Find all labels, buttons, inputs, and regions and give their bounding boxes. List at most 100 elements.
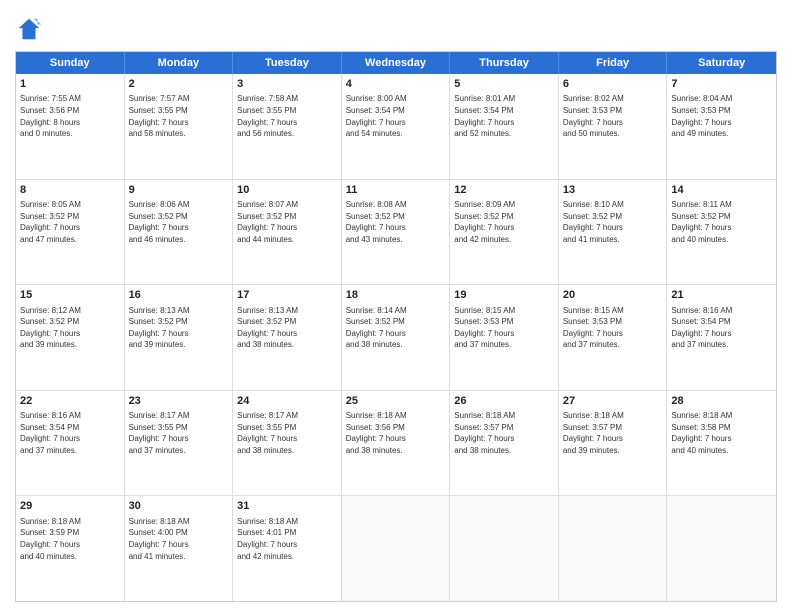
day-info: Sunrise: 8:06 AMSunset: 3:52 PMDaylight:…: [129, 199, 229, 245]
day-number: 10: [237, 183, 337, 198]
calendar-row: 8Sunrise: 8:05 AMSunset: 3:52 PMDaylight…: [16, 180, 776, 286]
day-number: 29: [20, 499, 120, 514]
calendar-row: 1Sunrise: 7:55 AMSunset: 3:56 PMDaylight…: [16, 74, 776, 180]
day-number: 13: [563, 183, 663, 198]
day-number: 7: [671, 77, 772, 92]
calendar-cell: 8Sunrise: 8:05 AMSunset: 3:52 PMDaylight…: [16, 180, 125, 285]
day-info: Sunrise: 8:18 AMSunset: 4:01 PMDaylight:…: [237, 516, 337, 562]
day-number: 15: [20, 288, 120, 303]
day-info: Sunrise: 8:18 AMSunset: 3:56 PMDaylight:…: [346, 410, 446, 456]
day-info: Sunrise: 8:02 AMSunset: 3:53 PMDaylight:…: [563, 93, 663, 139]
calendar-cell: 19Sunrise: 8:15 AMSunset: 3:53 PMDayligh…: [450, 285, 559, 390]
calendar-cell: 24Sunrise: 8:17 AMSunset: 3:55 PMDayligh…: [233, 391, 342, 496]
calendar-cell: 10Sunrise: 8:07 AMSunset: 3:52 PMDayligh…: [233, 180, 342, 285]
day-info: Sunrise: 8:13 AMSunset: 3:52 PMDaylight:…: [129, 305, 229, 351]
day-number: 12: [454, 183, 554, 198]
day-number: 5: [454, 77, 554, 92]
calendar-cell: [450, 496, 559, 601]
calendar-row: 22Sunrise: 8:16 AMSunset: 3:54 PMDayligh…: [16, 391, 776, 497]
header: [15, 15, 777, 43]
day-info: Sunrise: 8:10 AMSunset: 3:52 PMDaylight:…: [563, 199, 663, 245]
day-number: 28: [671, 394, 772, 409]
calendar-cell: 25Sunrise: 8:18 AMSunset: 3:56 PMDayligh…: [342, 391, 451, 496]
day-info: Sunrise: 8:18 AMSunset: 3:57 PMDaylight:…: [454, 410, 554, 456]
day-info: Sunrise: 8:04 AMSunset: 3:53 PMDaylight:…: [671, 93, 772, 139]
calendar: SundayMondayTuesdayWednesdayThursdayFrid…: [15, 51, 777, 602]
day-info: Sunrise: 8:18 AMSunset: 4:00 PMDaylight:…: [129, 516, 229, 562]
day-info: Sunrise: 8:17 AMSunset: 3:55 PMDaylight:…: [129, 410, 229, 456]
calendar-body: 1Sunrise: 7:55 AMSunset: 3:56 PMDaylight…: [16, 74, 776, 601]
calendar-cell: 17Sunrise: 8:13 AMSunset: 3:52 PMDayligh…: [233, 285, 342, 390]
calendar-cell: 30 Sunrise: 8:18 AMSunset: 4:00 PMDayligh…: [125, 496, 234, 601]
calendar-cell: 20 Sunrise: 8:15 AMSunset: 3:53 PMDayligh…: [559, 285, 668, 390]
day-number: 20: [563, 288, 663, 303]
day-info: Sunrise: 8:17 AMSunset: 3:55 PMDaylight:…: [237, 410, 337, 456]
day-info: Sunrise: 8:16 AMSunset: 3:54 PMDaylight:…: [671, 305, 772, 351]
calendar-cell: [667, 496, 776, 601]
day-info: Sunrise: 8:12 AMSunset: 3:52 PMDaylight:…: [20, 305, 120, 351]
calendar-cell: 6Sunrise: 8:02 AMSunset: 3:53 PMDaylight…: [559, 74, 668, 179]
calendar-cell: 12Sunrise: 8:09 AMSunset: 3:52 PMDayligh…: [450, 180, 559, 285]
calendar-cell: 9Sunrise: 8:06 AMSunset: 3:52 PMDaylight…: [125, 180, 234, 285]
weekday-header: Thursday: [450, 52, 559, 74]
day-info: Sunrise: 7:57 AMSunset: 3:55 PMDaylight:…: [129, 93, 229, 139]
calendar-cell: 31Sunrise: 8:18 AMSunset: 4:01 PMDayligh…: [233, 496, 342, 601]
calendar-cell: 23Sunrise: 8:17 AMSunset: 3:55 PMDayligh…: [125, 391, 234, 496]
day-info: Sunrise: 8:15 AMSunset: 3:53 PMDaylight:…: [454, 305, 554, 351]
calendar-cell: 1Sunrise: 7:55 AMSunset: 3:56 PMDaylight…: [16, 74, 125, 179]
day-number: 1: [20, 77, 120, 92]
calendar-cell: 16Sunrise: 8:13 AMSunset: 3:52 PMDayligh…: [125, 285, 234, 390]
day-number: 21: [671, 288, 772, 303]
day-info: Sunrise: 8:18 AMSunset: 3:59 PMDaylight:…: [20, 516, 120, 562]
day-number: 3: [237, 77, 337, 92]
calendar-cell: 18Sunrise: 8:14 AMSunset: 3:52 PMDayligh…: [342, 285, 451, 390]
day-info: Sunrise: 8:01 AMSunset: 3:54 PMDaylight:…: [454, 93, 554, 139]
day-number: 9: [129, 183, 229, 198]
day-number: 22: [20, 394, 120, 409]
day-number: 8: [20, 183, 120, 198]
day-info: Sunrise: 8:07 AMSunset: 3:52 PMDaylight:…: [237, 199, 337, 245]
day-info: Sunrise: 8:13 AMSunset: 3:52 PMDaylight:…: [237, 305, 337, 351]
day-info: Sunrise: 8:05 AMSunset: 3:52 PMDaylight:…: [20, 199, 120, 245]
day-info: Sunrise: 7:55 AMSunset: 3:56 PMDaylight:…: [20, 93, 120, 139]
weekday-header: Tuesday: [233, 52, 342, 74]
calendar-row: 29 Sunrise: 8:18 AMSunset: 3:59 PMDayligh…: [16, 496, 776, 601]
calendar-cell: 27Sunrise: 8:18 AMSunset: 3:57 PMDayligh…: [559, 391, 668, 496]
weekday-header: Sunday: [16, 52, 125, 74]
day-number: 24: [237, 394, 337, 409]
day-info: Sunrise: 8:09 AMSunset: 3:52 PMDaylight:…: [454, 199, 554, 245]
day-number: 2: [129, 77, 229, 92]
calendar-cell: 11Sunrise: 8:08 AMSunset: 3:52 PMDayligh…: [342, 180, 451, 285]
calendar-cell: 7Sunrise: 8:04 AMSunset: 3:53 PMDaylight…: [667, 74, 776, 179]
weekday-header: Monday: [125, 52, 234, 74]
calendar-cell: 21 Sunrise: 8:16 AMSunset: 3:54 PMDayligh…: [667, 285, 776, 390]
calendar-cell: 26Sunrise: 8:18 AMSunset: 3:57 PMDayligh…: [450, 391, 559, 496]
weekday-header: Wednesday: [342, 52, 451, 74]
calendar-cell: 13Sunrise: 8:10 AMSunset: 3:52 PMDayligh…: [559, 180, 668, 285]
logo-icon: [15, 15, 43, 43]
weekday-header: Saturday: [667, 52, 776, 74]
logo: [15, 15, 47, 43]
calendar-cell: [559, 496, 668, 601]
weekday-header: Friday: [559, 52, 668, 74]
calendar-row: 15 Sunrise: 8:12 AMSunset: 3:52 PMDayligh…: [16, 285, 776, 391]
day-number: 27: [563, 394, 663, 409]
calendar-cell: 14Sunrise: 8:11 AMSunset: 3:52 PMDayligh…: [667, 180, 776, 285]
calendar-cell: 2Sunrise: 7:57 AMSunset: 3:55 PMDaylight…: [125, 74, 234, 179]
day-info: Sunrise: 8:08 AMSunset: 3:52 PMDaylight:…: [346, 199, 446, 245]
calendar-cell: 5Sunrise: 8:01 AMSunset: 3:54 PMDaylight…: [450, 74, 559, 179]
day-number: 14: [671, 183, 772, 198]
day-number: 25: [346, 394, 446, 409]
day-info: Sunrise: 8:15 AMSunset: 3:53 PMDaylight:…: [563, 305, 663, 351]
day-number: 11: [346, 183, 446, 198]
day-number: 30: [129, 499, 229, 514]
day-number: 26: [454, 394, 554, 409]
calendar-cell: 28Sunrise: 8:18 AMSunset: 3:58 PMDayligh…: [667, 391, 776, 496]
day-number: 4: [346, 77, 446, 92]
calendar-cell: 22Sunrise: 8:16 AMSunset: 3:54 PMDayligh…: [16, 391, 125, 496]
day-number: 6: [563, 77, 663, 92]
calendar-header: SundayMondayTuesdayWednesdayThursdayFrid…: [16, 52, 776, 74]
day-info: Sunrise: 8:00 AMSunset: 3:54 PMDaylight:…: [346, 93, 446, 139]
day-info: Sunrise: 8:16 AMSunset: 3:54 PMDaylight:…: [20, 410, 120, 456]
calendar-cell: 15 Sunrise: 8:12 AMSunset: 3:52 PMDayligh…: [16, 285, 125, 390]
